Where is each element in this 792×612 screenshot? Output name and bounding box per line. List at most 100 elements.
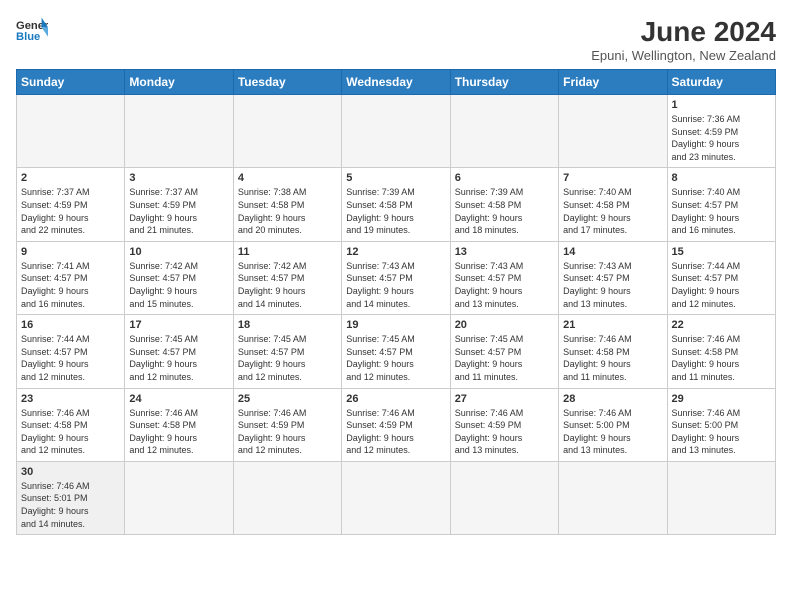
day-info: Sunrise: 7:43 AMSunset: 4:57 PMDaylight:… xyxy=(346,260,445,310)
location-subtitle: Epuni, Wellington, New Zealand xyxy=(591,48,776,63)
calendar-table: SundayMondayTuesdayWednesdayThursdayFrid… xyxy=(16,69,776,535)
day-number: 9 xyxy=(21,246,120,258)
calendar-cell: 16 Sunrise: 7:44 AMSunset: 4:57 PMDayligh… xyxy=(17,315,125,388)
calendar-cell: 15 Sunrise: 7:44 AMSunset: 4:57 PMDayligh… xyxy=(667,241,775,314)
logo: General Blue xyxy=(16,16,48,44)
day-info: Sunrise: 7:45 AMSunset: 4:57 PMDaylight:… xyxy=(346,333,445,383)
day-info: Sunrise: 7:37 AMSunset: 4:59 PMDaylight:… xyxy=(21,186,120,236)
header-tuesday: Tuesday xyxy=(233,70,341,95)
calendar-cell xyxy=(125,95,233,168)
calendar-cell: 27 Sunrise: 7:46 AMSunset: 4:59 PMDayligh… xyxy=(450,388,558,461)
day-number: 19 xyxy=(346,319,445,331)
header-sunday: Sunday xyxy=(17,70,125,95)
day-number: 7 xyxy=(563,172,662,184)
day-number: 4 xyxy=(238,172,337,184)
day-info: Sunrise: 7:46 AMSunset: 5:01 PMDaylight:… xyxy=(21,480,120,530)
calendar-cell: 20 Sunrise: 7:45 AMSunset: 4:57 PMDayligh… xyxy=(450,315,558,388)
calendar-cell xyxy=(559,461,667,534)
calendar-cell: 22 Sunrise: 7:46 AMSunset: 4:58 PMDayligh… xyxy=(667,315,775,388)
title-block: June 2024 Epuni, Wellington, New Zealand xyxy=(591,16,776,63)
day-number: 26 xyxy=(346,393,445,405)
day-number: 3 xyxy=(129,172,228,184)
calendar-cell xyxy=(342,461,450,534)
day-number: 16 xyxy=(21,319,120,331)
day-number: 11 xyxy=(238,246,337,258)
calendar-cell xyxy=(450,95,558,168)
day-info: Sunrise: 7:45 AMSunset: 4:57 PMDaylight:… xyxy=(129,333,228,383)
day-number: 1 xyxy=(672,99,771,111)
day-number: 21 xyxy=(563,319,662,331)
day-info: Sunrise: 7:45 AMSunset: 4:57 PMDaylight:… xyxy=(455,333,554,383)
day-info: Sunrise: 7:40 AMSunset: 4:58 PMDaylight:… xyxy=(563,186,662,236)
calendar-cell xyxy=(450,461,558,534)
day-number: 14 xyxy=(563,246,662,258)
day-number: 27 xyxy=(455,393,554,405)
header-wednesday: Wednesday xyxy=(342,70,450,95)
day-number: 22 xyxy=(672,319,771,331)
calendar-cell: 26Sunrise: 7:46 AMSunset: 4:59 PMDayligh… xyxy=(342,388,450,461)
day-info: Sunrise: 7:46 AMSunset: 4:59 PMDaylight:… xyxy=(238,407,337,457)
day-info: Sunrise: 7:46 AMSunset: 4:58 PMDaylight:… xyxy=(129,407,228,457)
calendar-cell: 5 Sunrise: 7:39 AMSunset: 4:58 PMDaylight… xyxy=(342,168,450,241)
day-info: Sunrise: 7:43 AMSunset: 4:57 PMDaylight:… xyxy=(563,260,662,310)
calendar-cell: 21Sunrise: 7:46 AMSunset: 4:58 PMDayligh… xyxy=(559,315,667,388)
calendar-cell: 4Sunrise: 7:38 AMSunset: 4:58 PMDaylight… xyxy=(233,168,341,241)
day-number: 6 xyxy=(455,172,554,184)
calendar-cell: 2 Sunrise: 7:37 AMSunset: 4:59 PMDaylight… xyxy=(17,168,125,241)
day-number: 12 xyxy=(346,246,445,258)
day-number: 29 xyxy=(672,393,771,405)
calendar-cell: 7 Sunrise: 7:40 AMSunset: 4:58 PMDaylight… xyxy=(559,168,667,241)
calendar-cell: 18Sunrise: 7:45 AMSunset: 4:57 PMDayligh… xyxy=(233,315,341,388)
calendar-cell: 6 Sunrise: 7:39 AMSunset: 4:58 PMDaylight… xyxy=(450,168,558,241)
day-number: 18 xyxy=(238,319,337,331)
month-title: June 2024 xyxy=(591,16,776,48)
calendar-cell xyxy=(233,461,341,534)
day-info: Sunrise: 7:46 AMSunset: 4:58 PMDaylight:… xyxy=(21,407,120,457)
calendar-cell xyxy=(667,461,775,534)
calendar-week-3: 16 Sunrise: 7:44 AMSunset: 4:57 PMDayligh… xyxy=(17,315,776,388)
day-number: 25 xyxy=(238,393,337,405)
calendar-header-row: SundayMondayTuesdayWednesdayThursdayFrid… xyxy=(17,70,776,95)
day-number: 23 xyxy=(21,393,120,405)
day-info: Sunrise: 7:44 AMSunset: 4:57 PMDaylight:… xyxy=(672,260,771,310)
day-number: 5 xyxy=(346,172,445,184)
day-info: Sunrise: 7:39 AMSunset: 4:58 PMDaylight:… xyxy=(346,186,445,236)
calendar-week-1: 2 Sunrise: 7:37 AMSunset: 4:59 PMDaylight… xyxy=(17,168,776,241)
calendar-cell: 25 Sunrise: 7:46 AMSunset: 4:59 PMDayligh… xyxy=(233,388,341,461)
day-number: 24 xyxy=(129,393,228,405)
day-info: Sunrise: 7:46 AMSunset: 4:58 PMDaylight:… xyxy=(672,333,771,383)
day-number: 2 xyxy=(21,172,120,184)
day-number: 17 xyxy=(129,319,228,331)
day-number: 13 xyxy=(455,246,554,258)
day-info: Sunrise: 7:44 AMSunset: 4:57 PMDaylight:… xyxy=(21,333,120,383)
calendar-week-2: 9Sunrise: 7:41 AMSunset: 4:57 PMDaylight… xyxy=(17,241,776,314)
calendar-cell: 28Sunrise: 7:46 AMSunset: 5:00 PMDayligh… xyxy=(559,388,667,461)
calendar-cell xyxy=(233,95,341,168)
day-number: 15 xyxy=(672,246,771,258)
calendar-cell: 30Sunrise: 7:46 AMSunset: 5:01 PMDayligh… xyxy=(17,461,125,534)
calendar-cell: 9Sunrise: 7:41 AMSunset: 4:57 PMDaylight… xyxy=(17,241,125,314)
calendar-cell: 12 Sunrise: 7:43 AMSunset: 4:57 PMDayligh… xyxy=(342,241,450,314)
calendar-cell: 13 Sunrise: 7:43 AMSunset: 4:57 PMDayligh… xyxy=(450,241,558,314)
calendar-cell xyxy=(125,461,233,534)
calendar-cell: 14 Sunrise: 7:43 AMSunset: 4:57 PMDayligh… xyxy=(559,241,667,314)
day-number: 20 xyxy=(455,319,554,331)
day-info: Sunrise: 7:46 AMSunset: 4:59 PMDaylight:… xyxy=(455,407,554,457)
day-info: Sunrise: 7:37 AMSunset: 4:59 PMDaylight:… xyxy=(129,186,228,236)
day-number: 28 xyxy=(563,393,662,405)
day-info: Sunrise: 7:36 AMSunset: 4:59 PMDaylight:… xyxy=(672,113,771,163)
calendar-cell: 24 Sunrise: 7:46 AMSunset: 4:58 PMDayligh… xyxy=(125,388,233,461)
calendar-cell: 23 Sunrise: 7:46 AMSunset: 4:58 PMDayligh… xyxy=(17,388,125,461)
svg-text:Blue: Blue xyxy=(16,31,40,43)
page-header: General Blue June 2024 Epuni, Wellington… xyxy=(16,16,776,63)
day-info: Sunrise: 7:42 AMSunset: 4:57 PMDaylight:… xyxy=(129,260,228,310)
calendar-cell: 29 Sunrise: 7:46 AMSunset: 5:00 PMDayligh… xyxy=(667,388,775,461)
day-info: Sunrise: 7:39 AMSunset: 4:58 PMDaylight:… xyxy=(455,186,554,236)
day-number: 8 xyxy=(672,172,771,184)
calendar-cell: 10Sunrise: 7:42 AMSunset: 4:57 PMDayligh… xyxy=(125,241,233,314)
calendar-cell: 1 Sunrise: 7:36 AMSunset: 4:59 PMDaylight… xyxy=(667,95,775,168)
day-info: Sunrise: 7:43 AMSunset: 4:57 PMDaylight:… xyxy=(455,260,554,310)
day-info: Sunrise: 7:46 AMSunset: 5:00 PMDaylight:… xyxy=(672,407,771,457)
calendar-cell xyxy=(559,95,667,168)
calendar-week-0: 1 Sunrise: 7:36 AMSunset: 4:59 PMDaylight… xyxy=(17,95,776,168)
